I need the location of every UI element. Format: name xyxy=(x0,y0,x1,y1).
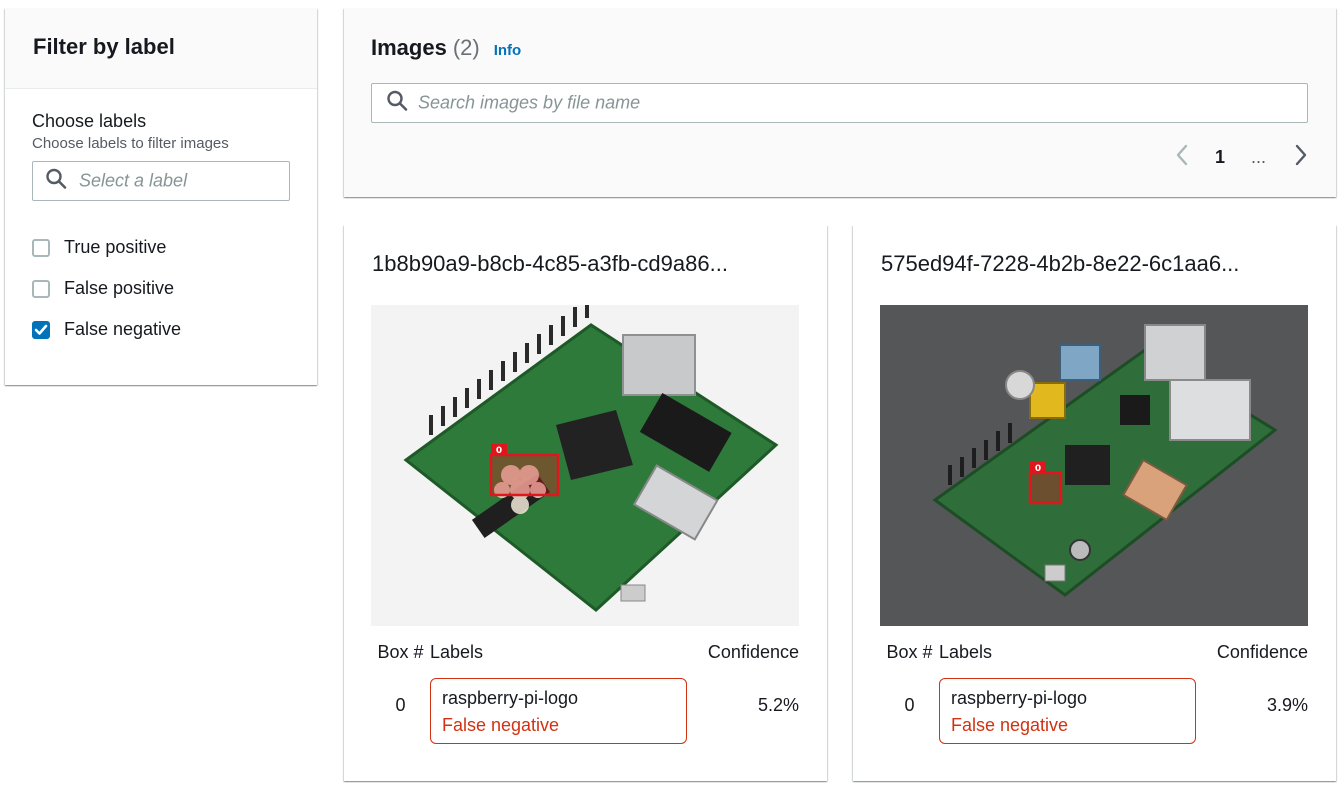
image-card: 1b8b90a9-b8cb-4c85-a3fb-cd9a86... 0 Box … xyxy=(344,225,827,781)
label-cell: raspberry-pi-logo False negative xyxy=(939,678,1196,744)
box-column-header: Box # xyxy=(886,641,933,662)
filter-title: Filter by label xyxy=(33,34,175,59)
box-number: 0 xyxy=(904,695,915,715)
table-row: 0 raspberry-pi-logo False negative 5.2% xyxy=(371,667,799,744)
next-page-icon[interactable] xyxy=(1294,144,1308,171)
checkmark-icon xyxy=(34,324,48,335)
label-name: raspberry-pi-logo xyxy=(442,688,579,708)
label-name: raspberry-pi-logo xyxy=(951,688,1088,708)
checkbox-box[interactable] xyxy=(32,238,50,257)
labels-column-header: Labels xyxy=(939,641,993,662)
board-image[interactable]: 0 xyxy=(371,305,799,626)
bounding-box-tag: 0 xyxy=(1035,464,1041,474)
bounding-box-tag: 0 xyxy=(496,446,502,456)
filter-panel: Filter by label Choose labels Choose lab… xyxy=(5,8,317,385)
confidence-column-header: Confidence xyxy=(1216,641,1308,662)
checkbox-box-checked[interactable] xyxy=(32,320,50,339)
previous-page-icon[interactable] xyxy=(1175,144,1189,171)
checkbox-box[interactable] xyxy=(32,279,50,298)
table-row: 0 raspberry-pi-logo False negative 3.9% xyxy=(880,667,1308,744)
labels-column-header: Labels xyxy=(430,641,484,662)
page-number-1[interactable]: 1 xyxy=(1215,147,1225,168)
image-file-name[interactable]: 1b8b90a9-b8cb-4c85-a3fb-cd9a86... xyxy=(372,251,792,277)
checkbox-label: False negative xyxy=(64,319,182,339)
box-column-header: Box # xyxy=(377,641,424,662)
checkbox-true-positive[interactable]: True positive xyxy=(32,227,290,268)
choose-labels-label: Choose labels xyxy=(32,111,147,131)
checkbox-label: False positive xyxy=(64,278,175,298)
image-file-name[interactable]: 575ed94f-7228-4b2b-8e22-6c1aa6... xyxy=(881,251,1301,277)
choose-labels-description: Choose labels to filter images xyxy=(32,135,229,152)
confidence-value: 5.2% xyxy=(757,695,799,715)
label-cell: raspberry-pi-logo False negative xyxy=(430,678,687,744)
board-image[interactable]: 0 xyxy=(880,305,1308,626)
label-select-input[interactable]: Select a label xyxy=(32,161,290,201)
label-checkbox-list: True positive False positive False negat… xyxy=(32,227,290,350)
info-link[interactable]: Info xyxy=(494,42,522,59)
checkbox-false-negative[interactable]: False negative xyxy=(32,309,290,350)
label-select-placeholder: Select a label xyxy=(79,170,188,191)
labels-table: Box # Labels Confidence 0 raspberry-pi-l… xyxy=(880,637,1308,744)
confidence-value: 3.9% xyxy=(1266,695,1308,715)
search-icon xyxy=(45,168,67,195)
image-card: 575ed94f-7228-4b2b-8e22-6c1aa6... 0 Box … xyxy=(853,225,1336,781)
image-search-input[interactable]: Search images by file name xyxy=(371,83,1308,123)
images-count: (2) xyxy=(452,35,480,60)
box-number: 0 xyxy=(395,695,406,715)
page-ellipsis: ... xyxy=(1250,147,1266,167)
images-title: Images xyxy=(371,35,447,60)
search-icon xyxy=(386,90,408,117)
checkbox-label: True positive xyxy=(64,237,167,257)
label-status: False negative xyxy=(442,715,560,735)
confidence-column-header: Confidence xyxy=(707,641,799,662)
filter-panel-header: Filter by label xyxy=(5,8,317,89)
pagination: 1 ... xyxy=(1175,144,1308,171)
checkbox-false-positive[interactable]: False positive xyxy=(32,268,290,309)
labels-table: Box # Labels Confidence 0 raspberry-pi-l… xyxy=(371,637,799,744)
image-search-placeholder: Search images by file name xyxy=(418,92,641,113)
label-status: False negative xyxy=(951,715,1069,735)
images-header-panel: Images (2) Info Search images by file na… xyxy=(344,8,1336,197)
